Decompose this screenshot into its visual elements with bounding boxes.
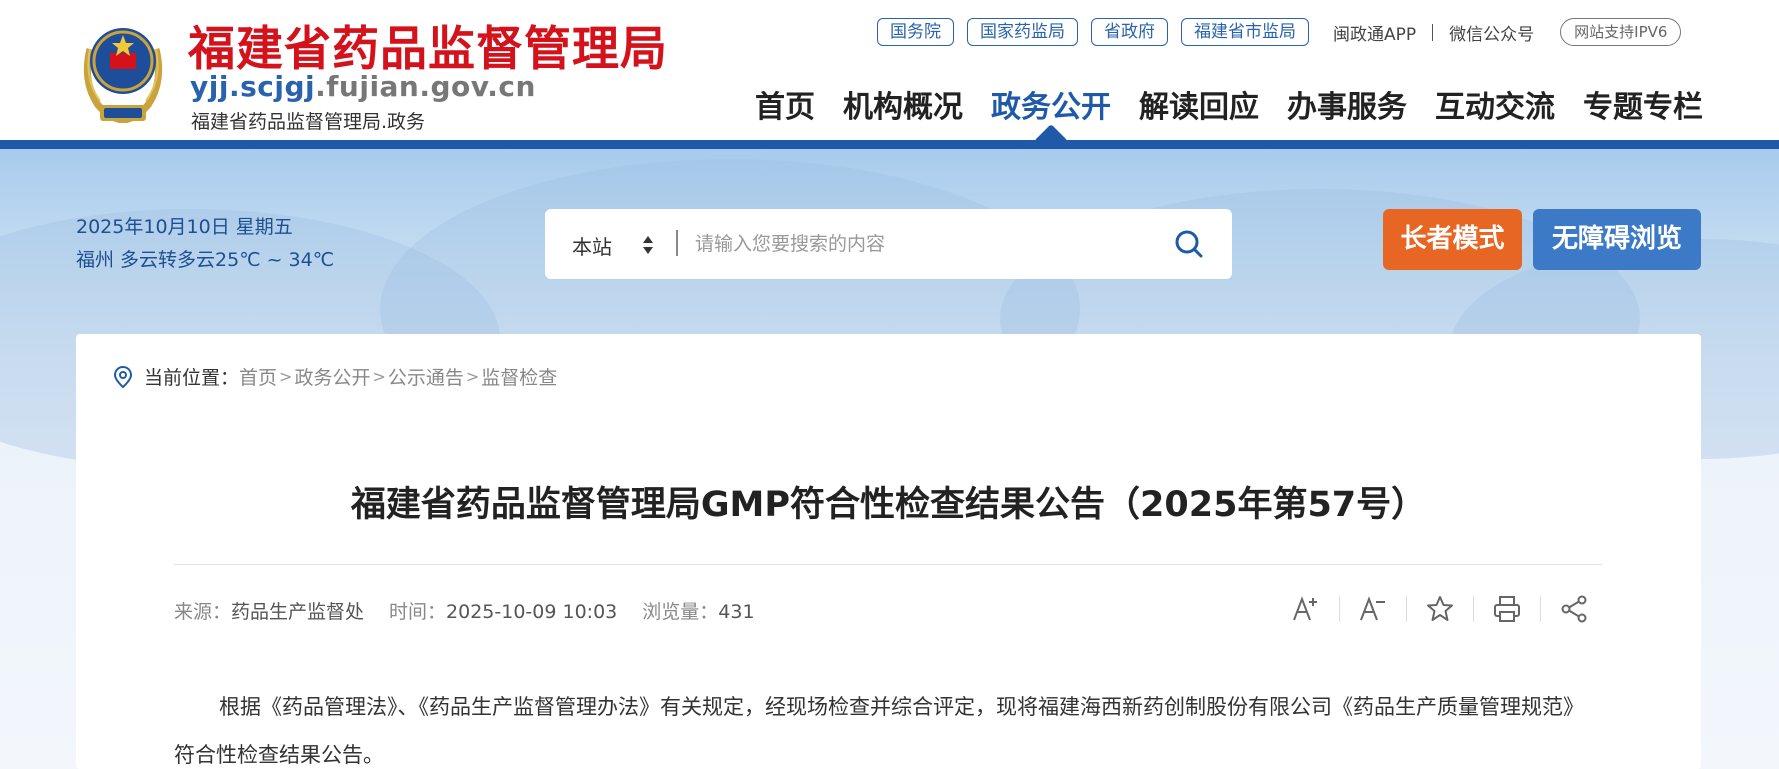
nav-services[interactable]: 办事服务	[1287, 82, 1407, 126]
search-icon[interactable]	[1173, 228, 1205, 260]
nav-about[interactable]: 机构概况	[843, 82, 963, 126]
site-domain: yjj.scjgj.fujian.gov.cn	[190, 70, 536, 103]
nav-underline-bar	[0, 140, 1779, 149]
article-meta: 来源：药品生产监督处 时间：2025-10-09 10:03 浏览量：431	[174, 597, 780, 624]
views-label: 浏览量：	[642, 601, 719, 623]
main-nav: 首页 机构概况 政务公开 解读回应 办事服务 互动交流 专题专栏	[755, 82, 1703, 126]
site-title[interactable]: 福建省药品监督管理局	[188, 10, 668, 79]
link-market-supervision[interactable]: 福建省市监局	[1181, 18, 1309, 46]
favorite-star-icon[interactable]	[1425, 594, 1455, 624]
search-divider	[676, 230, 678, 256]
article-title: 福建省药品监督管理局GMP符合性检查结果公告（2025年第57号）	[350, 485, 1427, 525]
source-label: 来源：	[174, 601, 232, 623]
breadcrumb-home[interactable]: 首页	[239, 363, 277, 390]
tool-divider	[1339, 596, 1340, 622]
current-date: 2025年10月10日 星期五	[76, 216, 293, 238]
national-emblem-icon[interactable]	[76, 19, 170, 123]
share-icon[interactable]	[1559, 594, 1589, 624]
time-value: 2025-10-09 10:03	[446, 601, 618, 623]
meta-views: 浏览量：431	[642, 597, 754, 624]
top-links: 国务院 国家药监局 省政府 福建省市监局 闽政通APP 微信公众号 网站支持IP…	[877, 18, 1682, 46]
link-nmpa[interactable]: 国家药监局	[967, 18, 1078, 46]
breadcrumb-label: 当前位置：	[144, 367, 240, 389]
meta-source: 来源：药品生产监督处	[174, 597, 364, 624]
link-app[interactable]: 闽政通APP	[1333, 20, 1416, 45]
sort-arrows-icon[interactable]	[642, 234, 654, 256]
site-domain-highlight: yjj.scjgj	[190, 70, 316, 103]
link-guowuyuan[interactable]: 国务院	[877, 18, 954, 46]
search-input[interactable]	[695, 222, 1155, 266]
font-decrease-icon[interactable]	[1358, 594, 1388, 624]
elder-mode-button[interactable]: 长者模式	[1383, 209, 1522, 270]
ipv6-badge: 网站支持IPV6	[1560, 18, 1682, 46]
nav-gov-affairs[interactable]: 政务公开	[991, 82, 1111, 126]
article-paragraph: 根据《药品管理法》、《药品生产监督管理办法》有关规定，经现场检查并综合评定，现将…	[174, 695, 1584, 767]
views-value: 431	[718, 601, 755, 623]
nav-home[interactable]: 首页	[755, 82, 815, 126]
font-increase-icon[interactable]	[1291, 594, 1321, 624]
time-label: 时间：	[389, 601, 447, 623]
breadcrumb-separator: >	[465, 367, 480, 386]
search-scope-select[interactable]: 本站	[572, 231, 612, 260]
breadcrumb-inspection[interactable]: 监督检查	[481, 363, 557, 390]
weather-info: 福州 多云转多云25℃ ~ 34℃	[76, 249, 335, 271]
site-subtitle: 福建省药品监督管理局.政务	[191, 111, 426, 133]
breadcrumb: 当前位置： 首页 > 政务公开 > 公示通告 > 监督检查	[112, 363, 557, 390]
tool-divider	[1473, 596, 1474, 622]
tool-divider	[1406, 596, 1407, 622]
article-card: 当前位置： 首页 > 政务公开 > 公示通告 > 监督检查 福建省药品监督管理局…	[76, 334, 1701, 769]
title-divider	[174, 564, 1602, 565]
breadcrumb-gov-affairs[interactable]: 政务公开	[294, 363, 370, 390]
toplinks-divider	[1432, 23, 1434, 41]
breadcrumb-notices[interactable]: 公示通告	[388, 363, 464, 390]
source-value: 药品生产监督处	[231, 601, 365, 623]
site-domain-rest: .fujian.gov.cn	[315, 70, 536, 103]
nav-interaction[interactable]: 互动交流	[1435, 82, 1555, 126]
location-pin-icon	[113, 365, 133, 388]
site-header: 福建省药品监督管理局 yjj.scjgj.fujian.gov.cn 福建省药品…	[0, 0, 1779, 140]
accessible-browse-button[interactable]: 无障碍浏览	[1533, 209, 1701, 270]
nav-topics[interactable]: 专题专栏	[1583, 82, 1703, 126]
search-box: 本站	[545, 209, 1232, 279]
article-tools	[1291, 594, 1589, 624]
tool-divider	[1540, 596, 1541, 622]
meta-time: 时间：2025-10-09 10:03	[389, 597, 617, 624]
breadcrumb-separator: >	[372, 367, 386, 386]
print-icon[interactable]	[1492, 594, 1522, 624]
link-provincial-gov[interactable]: 省政府	[1091, 18, 1168, 46]
nav-interpretation[interactable]: 解读回应	[1139, 82, 1259, 126]
breadcrumb-separator: >	[279, 367, 293, 386]
link-wechat[interactable]: 微信公众号	[1449, 20, 1534, 45]
